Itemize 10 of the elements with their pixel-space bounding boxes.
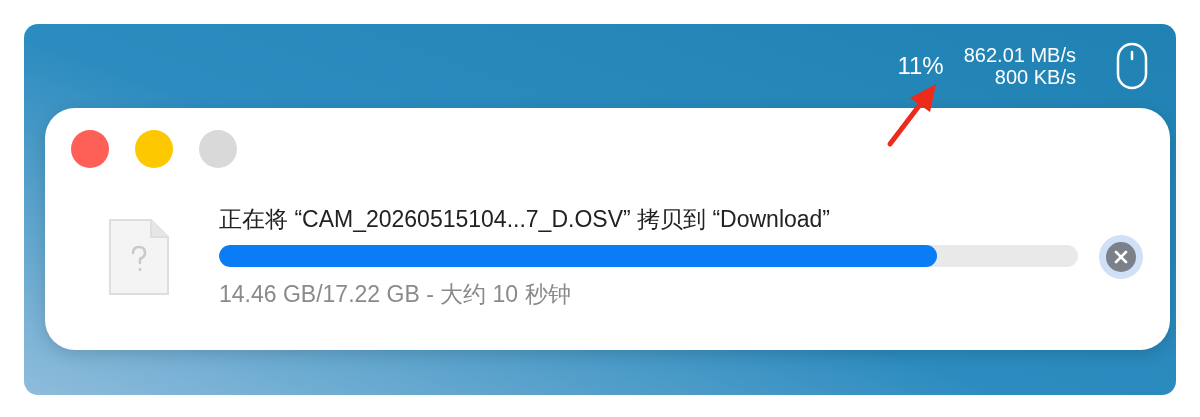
cancel-button[interactable] xyxy=(1098,234,1144,280)
download-speed: 800 KB/s xyxy=(994,66,1076,88)
upload-speed: 862.01 MB/s xyxy=(963,44,1076,66)
copy-status-text: 正在将 “CAM_20260515104...7_D.OSV” 拷贝到 “Download” xyxy=(219,205,832,234)
cpu-usage: 11% xyxy=(897,52,944,80)
progress-detail: 14.46 GB/17.22 GB - 大约 10 秒钟 xyxy=(219,280,572,309)
mouse-icon[interactable] xyxy=(1116,42,1148,90)
window-control-button[interactable] xyxy=(135,130,173,168)
window-control-button[interactable] xyxy=(71,130,109,168)
unknown-file-icon xyxy=(107,217,171,297)
